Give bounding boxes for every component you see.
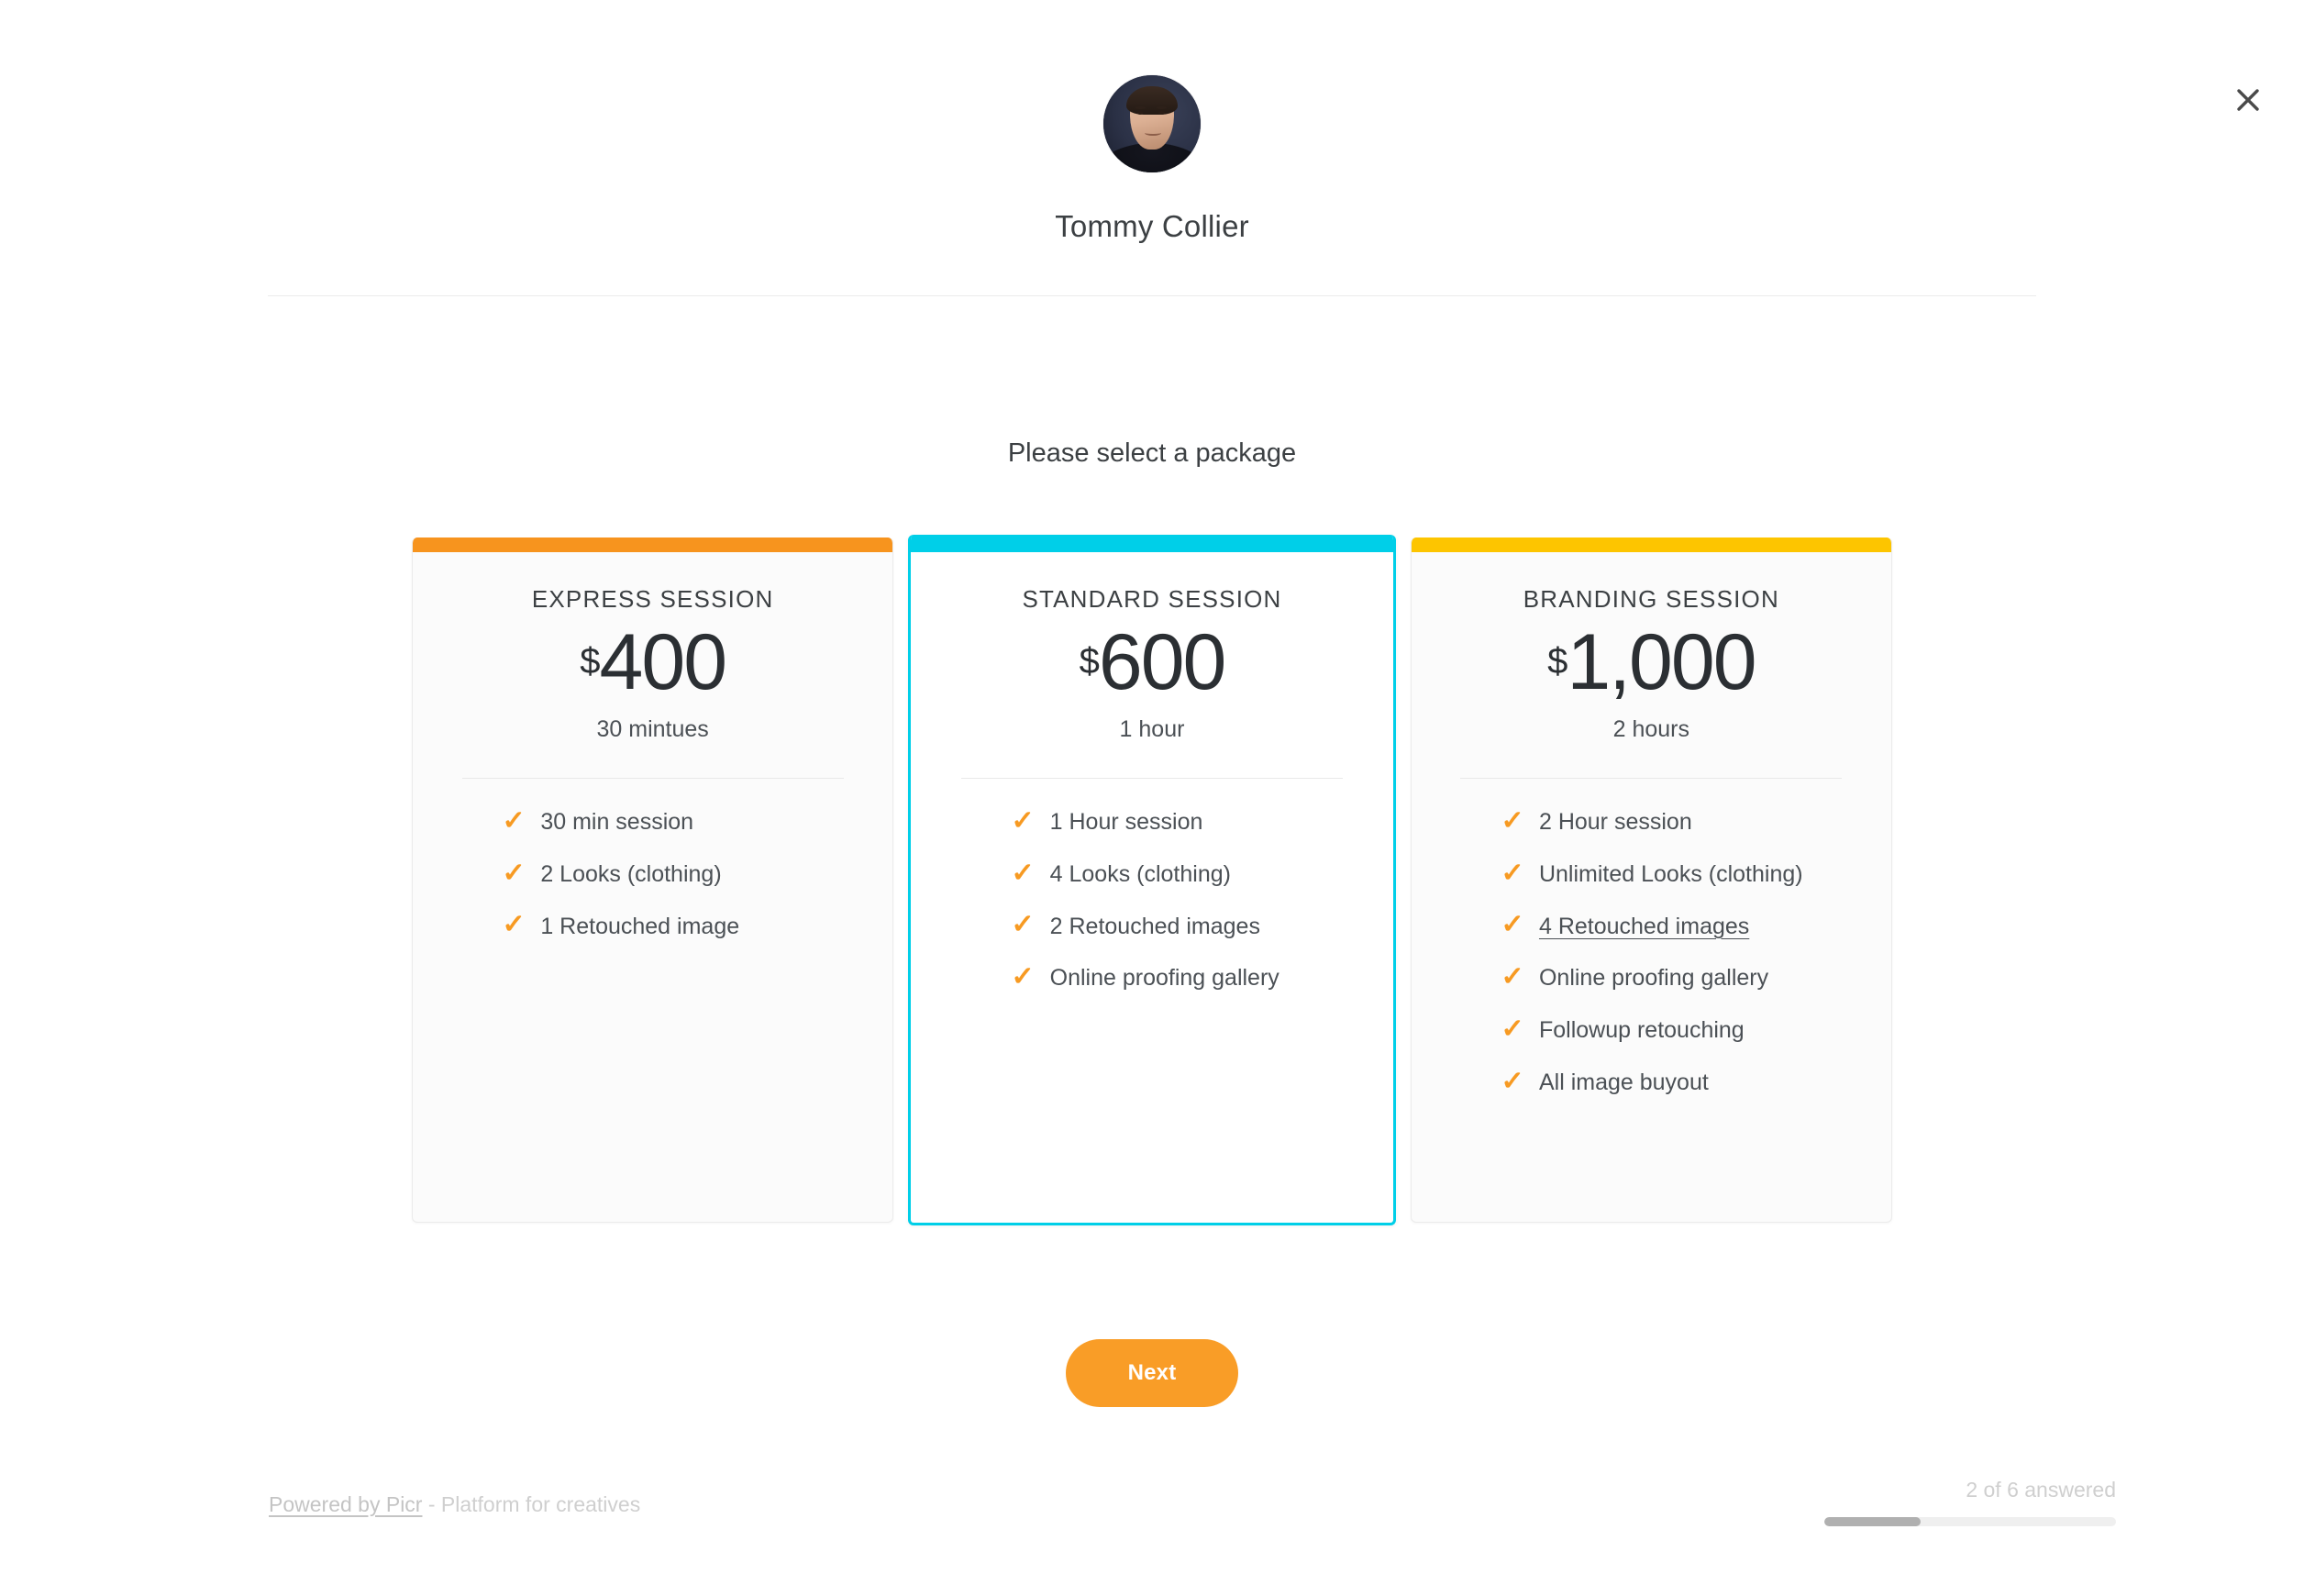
package-feature-label: 2 Retouched images [1049,913,1260,939]
avatar [1103,75,1201,172]
package-feature-item: ✓ 2 Hour session [1501,804,1869,840]
package-feature-label: 2 Hour session [1538,809,1692,835]
check-icon: ✓ [1501,805,1524,836]
package-price: $400 [580,618,727,706]
package-price: $1,000 [1547,618,1756,706]
package-divider [960,778,1343,779]
package-card-standard[interactable]: STANDARD SESSION $600 1 hour ✓ 1 Hour sessio… [908,535,1396,1225]
package-feature-label: 4 Retouched images [1538,913,1750,939]
check-icon: ✓ [1501,1014,1524,1044]
page-title: Tommy Collier [1055,209,1249,243]
package-divider [461,778,844,779]
package-feature-label: Unlimited Looks (clothing) [1538,860,1803,887]
package-accent-bar [911,535,1393,552]
progress-label: 2 of 6 answered [1966,1478,2116,1502]
footer-tagline: - Platform for creatives [422,1492,641,1516]
package-title: STANDARD SESSION [1022,585,1282,613]
price-amount: 1,000 [1567,618,1756,706]
package-feature-label: 1 Retouched image [540,913,740,939]
check-icon: ✓ [1011,962,1036,992]
package-card-branding[interactable]: BRANDING SESSION $1,000 2 hours ✓ 2 Hour ses… [1410,538,1892,1223]
package-feature-label: Online proofing gallery [1538,965,1769,992]
package-feature-label: 1 Hour session [1049,809,1203,835]
package-price: $600 [1079,618,1227,706]
package-feature-item: ✓ 4 Retouched images [1501,909,1869,945]
package-feature-item: ✓ Online proofing gallery [1501,960,1869,996]
check-icon: ✓ [1011,805,1036,836]
progress-bar [1824,1517,2116,1526]
check-icon: ✓ [1501,910,1524,940]
avatar-brow-left [1135,105,1146,109]
package-feature-item: ✓ All image buyout [1501,1065,1869,1101]
progress-bar-fill [1824,1517,1921,1526]
package-feature-label: 30 min session [540,809,694,835]
price-currency: $ [580,641,600,682]
progress-area: 2 of 6 answered [1822,1478,2116,1526]
package-feature-item: ✓ 2 Retouched images [1012,909,1370,945]
package-accent-bar [1411,538,1891,552]
price-currency: $ [1079,641,1100,682]
check-icon: ✓ [502,805,526,836]
package-feature-label: 2 Looks (clothing) [540,860,722,887]
package-divider [1460,778,1843,779]
package-duration: 30 mintues [596,716,709,742]
check-icon: ✓ [502,910,526,940]
package-feature-label: All image buyout [1538,1069,1709,1095]
package-feature-list: ✓ 30 min session ✓ 2 Looks (clothing) ✓ 1 Ret… [413,804,892,960]
footer-attribution: Powered by Picr - Platform for creatives [269,1492,640,1517]
package-feature-list: ✓ 1 Hour session ✓ 4 Looks (clothing) ✓ 2 Ret… [911,804,1392,1013]
package-feature-label: Followup retouching [1538,1017,1745,1043]
header-divider [268,295,2036,296]
package-feature-item: ✓ Unlimited Looks (clothing) [1501,857,1869,892]
package-title: BRANDING SESSION [1523,585,1779,613]
avatar-eye-left [1137,111,1144,115]
package-selection-page: Tommy Collier Please select a package EX… [0,0,2304,1596]
package-feature-item: ✓ 30 min session [502,804,870,840]
package-accent-bar [413,538,893,552]
package-duration: 1 hour [1119,716,1185,742]
package-feature-item: ✓ 1 Hour session [1012,804,1370,840]
package-feature-item: ✓ Online proofing gallery [1012,960,1370,996]
package-title: EXPRESS SESSION [531,585,774,613]
avatar-smile [1144,129,1161,136]
price-amount: 600 [1098,618,1226,706]
next-button[interactable]: Next [1066,1339,1238,1407]
powered-by-picr-link[interactable]: Powered by Picr [269,1492,422,1516]
package-feature-item: ✓ 4 Looks (clothing) [1012,857,1370,892]
package-feature-item: ✓ 2 Looks (clothing) [502,857,870,892]
check-icon: ✓ [1501,1066,1524,1096]
check-icon: ✓ [1501,858,1524,888]
check-icon: ✓ [1011,910,1036,940]
price-currency: $ [1547,641,1567,682]
check-icon: ✓ [1501,962,1524,992]
next-button-container: Next [0,1339,2304,1407]
avatar-brow-right [1157,105,1167,109]
package-feature-item: ✓ Followup retouching [1501,1013,1869,1048]
check-icon: ✓ [502,858,526,888]
package-feature-list: ✓ 2 Hour session ✓ Unlimited Looks (clothin… [1412,804,1891,1117]
price-amount: 400 [599,618,727,706]
package-feature-label: Online proofing gallery [1049,965,1279,992]
package-card-express[interactable]: EXPRESS SESSION $400 30 mintues ✓ 30 min ses… [412,538,894,1223]
package-duration: 2 hours [1612,716,1690,742]
profile-header: Tommy Collier [0,0,2304,296]
check-icon: ✓ [1011,858,1036,888]
prompt-text: Please select a package [1007,438,1297,468]
package-feature-label: 4 Looks (clothing) [1049,860,1231,887]
avatar-eye-right [1158,111,1165,115]
package-card-list: EXPRESS SESSION $400 30 mintues ✓ 30 min ses… [412,535,1892,1225]
package-feature-item: ✓ 1 Retouched image [502,909,870,945]
